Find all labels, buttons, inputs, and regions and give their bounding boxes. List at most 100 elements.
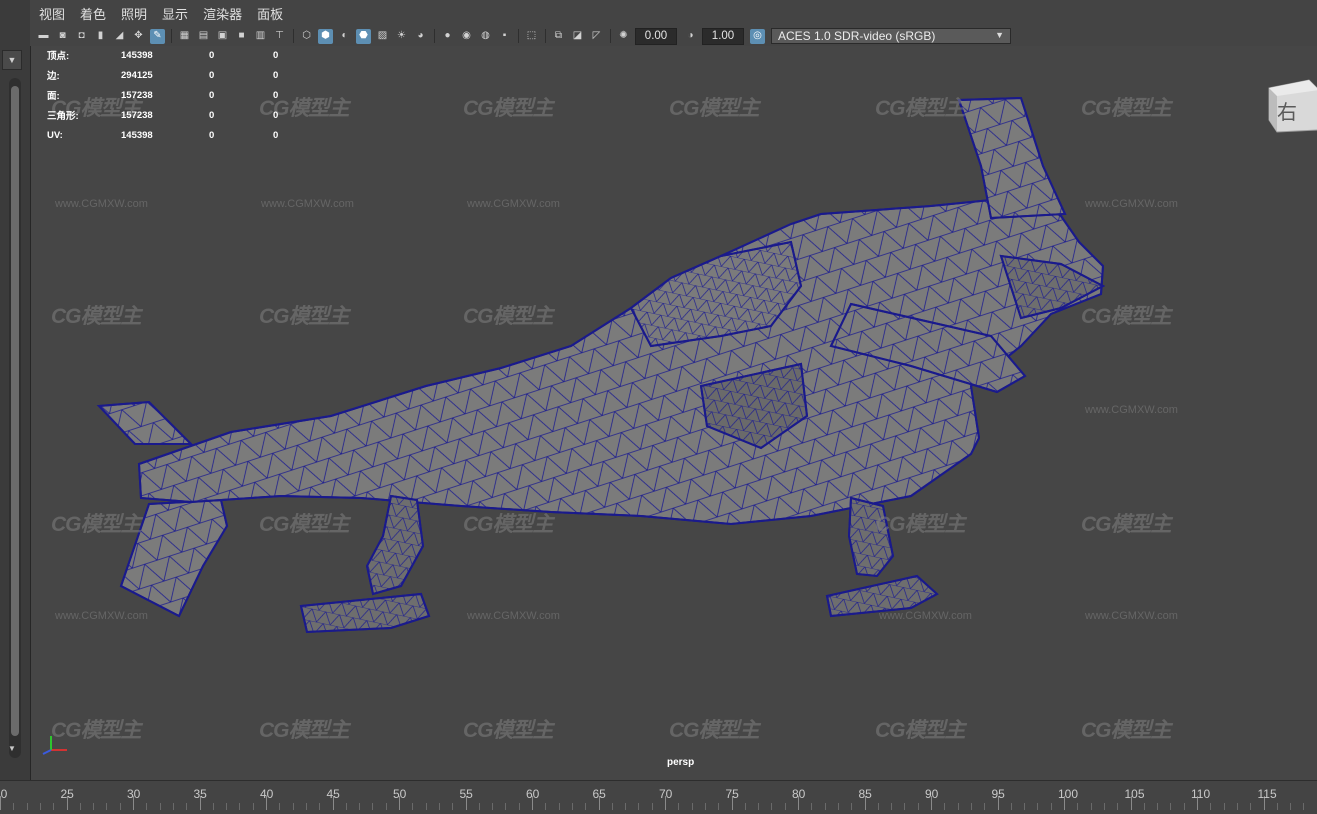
scroll-down-icon[interactable]: ▼ [8, 744, 16, 753]
menu-show[interactable]: 显示 [162, 4, 188, 23]
hud-row-total: 294125 [121, 65, 209, 85]
ruler-minor-tick [585, 803, 586, 810]
ruler-minor-tick [771, 803, 772, 810]
menu-panels[interactable]: 面板 [257, 4, 283, 23]
color-management-icon[interactable]: ◎ [750, 29, 765, 44]
ruler-minor-tick [1037, 803, 1038, 810]
ruler-minor-tick [944, 803, 945, 810]
ruler-minor-tick [1303, 803, 1304, 810]
ruler-minor-tick [705, 803, 706, 810]
toolbar-divider [610, 29, 611, 43]
ruler-minor-tick [186, 803, 187, 810]
ruler-frame-label: 60 [526, 787, 539, 801]
ambient-occlusion-icon[interactable]: ● [440, 29, 455, 44]
ruler-minor-tick [519, 803, 520, 810]
viewport-3d[interactable]: CG模型主 CG模型主 CG模型主 CG模型主 CG模型主 CG模型主 CG模型… [30, 46, 1317, 780]
xray-joints-icon[interactable]: ⧉ [551, 29, 566, 44]
ruler-minor-tick [226, 803, 227, 810]
exposure-icon[interactable]: ✺ [616, 29, 631, 44]
hud-row: 面:15723800 [47, 85, 278, 105]
motion-blur-icon[interactable]: ◉ [459, 29, 474, 44]
smooth-shade-icon[interactable]: ⬢ [318, 29, 333, 44]
ruler-frame-label: 95 [992, 787, 1005, 801]
wireframe-on-shaded-icon[interactable]: ⬣ [356, 29, 371, 44]
ruler-minor-tick [346, 803, 347, 810]
backface-icon[interactable]: ◸ [589, 29, 604, 44]
grid-pivot-icon[interactable]: ✥ [131, 29, 146, 44]
rear-fin-top-mesh [99, 402, 191, 444]
grid-icon[interactable]: ▦ [177, 29, 192, 44]
bookmark-icon[interactable]: ▮ [93, 29, 108, 44]
film-gate-icon[interactable]: ▤ [196, 29, 211, 44]
resolution-gate-icon[interactable]: ▣ [215, 29, 230, 44]
menu-renderer[interactable]: 渲染器 [203, 4, 242, 23]
hud-row-selected: 0 [209, 65, 273, 85]
ruler-minor-tick [745, 803, 746, 810]
ruler-minor-tick [40, 803, 41, 810]
watermark-url: www.CGMXW.com [879, 610, 972, 622]
ruler-minor-tick [1250, 803, 1251, 810]
watermark-url: www.CGMXW.com [55, 198, 148, 210]
exposure-field[interactable]: 0.00 [635, 28, 677, 45]
pencil-icon[interactable]: ✎ [150, 29, 165, 44]
time-slider-ruler[interactable]: 2025303540455055606570758085909510010511… [0, 780, 1317, 814]
ruler-minor-tick [173, 803, 174, 810]
menu-view[interactable]: 视图 [39, 4, 65, 23]
ruler-minor-tick [918, 803, 919, 810]
gamma-field[interactable]: 1.00 [702, 28, 744, 45]
ruler-minor-tick [239, 803, 240, 810]
ruler-minor-tick [505, 803, 506, 810]
field-chart-icon[interactable]: ▥ [253, 29, 268, 44]
toolbar-divider [171, 29, 172, 43]
camera-lock-icon[interactable]: ◙ [55, 29, 70, 44]
xray-icon[interactable]: ▨ [375, 29, 390, 44]
ruler-minor-tick [106, 803, 107, 810]
depth-of-field-icon[interactable]: ▪ [497, 29, 512, 44]
hud-row-selected: 0 [209, 46, 273, 65]
hud-row-selected-tri: 0 [273, 65, 278, 85]
ruler-minor-tick [306, 803, 307, 810]
hud-row-selected: 0 [209, 85, 273, 105]
ruler-minor-tick [958, 803, 959, 810]
ruler-minor-tick [851, 803, 852, 810]
left-scrollbar-thumb[interactable] [11, 86, 19, 736]
safe-action-icon[interactable]: ⊤ [272, 29, 287, 44]
viewcube-face-label[interactable]: 右 [1277, 96, 1297, 125]
colorspace-dropdown[interactable]: ACES 1.0 SDR-video (sRGB) ▼ [771, 28, 1011, 44]
isolate-select-icon[interactable]: ⬚ [524, 29, 539, 44]
shadows-icon[interactable]: ◕ [413, 29, 428, 44]
antialiasing-icon[interactable]: ◍ [478, 29, 493, 44]
gate-mask-icon[interactable]: ■ [234, 29, 249, 44]
watermark-logo: CG模型主 [875, 92, 965, 122]
wireframe-icon[interactable]: ⬡ [299, 29, 314, 44]
panel-menu-arrow-icon[interactable]: ▼ [2, 50, 22, 70]
menu-shading[interactable]: 着色 [80, 4, 106, 23]
watermark-url: www.CGMXW.com [1085, 404, 1178, 416]
ruler-frame-label: 20 [0, 787, 7, 801]
ruler-minor-tick [559, 803, 560, 810]
watermark-logo: CG模型主 [1081, 508, 1171, 538]
hud-row-label: 三角形: [47, 105, 121, 125]
ruler-frame-label: 45 [327, 787, 340, 801]
toolbar-divider [293, 29, 294, 43]
default-material-icon[interactable]: ◐ [337, 29, 352, 44]
ruler-minor-tick [412, 803, 413, 810]
ruler-minor-tick [572, 803, 573, 810]
ruler-minor-tick [1184, 803, 1185, 810]
ruler-minor-tick [120, 803, 121, 810]
menu-lighting[interactable]: 照明 [121, 4, 147, 23]
lights-icon[interactable]: ☀ [394, 29, 409, 44]
hud-row-selected-tri: 0 [273, 125, 278, 145]
camera-attributes-icon[interactable]: ◘ [74, 29, 89, 44]
image-plane-icon[interactable]: ◢ [112, 29, 127, 44]
ruler-minor-tick [13, 803, 14, 810]
ruler-minor-tick [1051, 803, 1052, 810]
ruler-frame-label: 90 [925, 787, 938, 801]
camera-icon[interactable]: ▬ [36, 29, 51, 44]
gamma-icon[interactable]: ◑ [683, 29, 698, 44]
watermark-logo: CG模型主 [51, 508, 141, 538]
watermark-url: www.CGMXW.com [467, 198, 560, 210]
panel-menubar: 视图 着色 照明 显示 渲染器 面板 [30, 0, 1317, 26]
ruler-minor-tick [53, 803, 54, 810]
xray-active-icon[interactable]: ◪ [570, 29, 585, 44]
